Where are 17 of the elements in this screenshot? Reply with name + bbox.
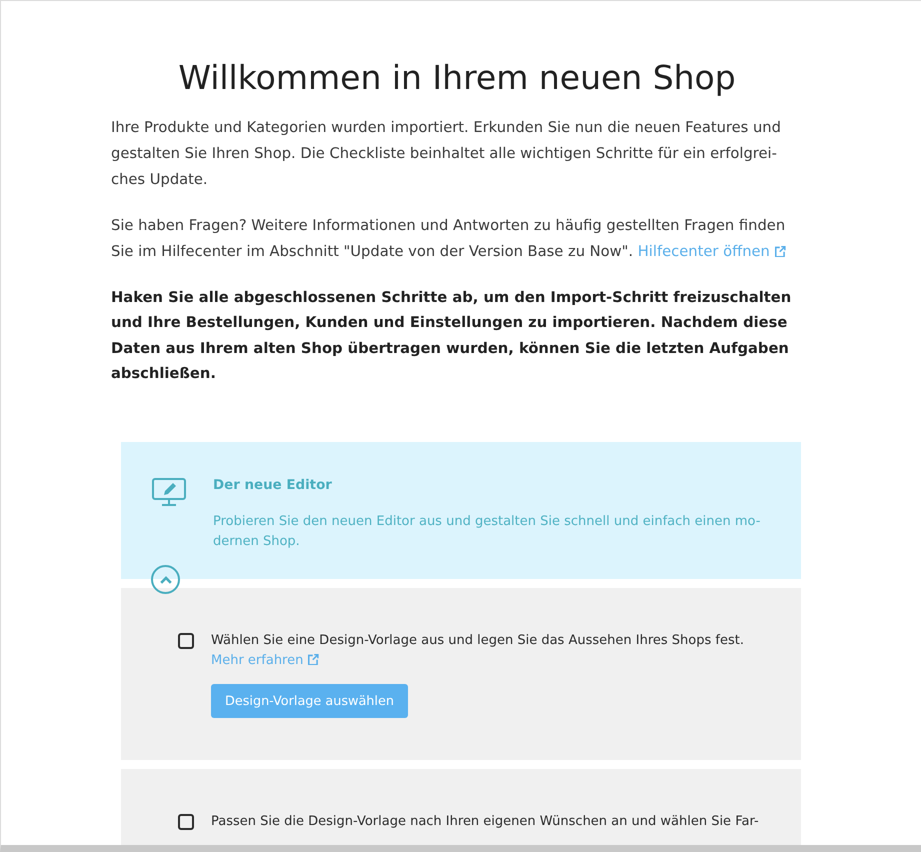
external-link-icon [308,654,318,666]
intro-paragraph: Ihre Produkte und Kategorien wurden importiert. Erkunden Sie nun die neuen Features und gestalten Sie Ihren Shop. Die Checkliste beinhaltet alle wichtigen Schritte für ein erfolgrei-ches Update. [111,118,782,190]
feature-description: Probieren Sie den neuen Editor aus und gestalten Sie schnell und einfach einen mo-dernen Shop. [213,513,761,552]
external-link-icon [774,246,786,257]
checkbox[interactable] [178,633,194,650]
chevron-up-icon [160,576,172,584]
task-text: Wählen Sie eine Design-Vorlage aus und legen Sie das Aussehen Ihres Shops fest. Mehr erfahren [211,632,745,670]
help-paragraph: Sie haben Fragen? Weitere Informationen und Antworten zu häufig gestellten Fragen finden Sie im Hilfecenter im Abschnitt "Update von der Version Base zu Now". Hilfecenter öffnen [111,216,787,262]
design-template-button[interactable]: Design-Vorlage auswählen [211,684,408,718]
monitor-pencil-icon [152,478,186,506]
instruction-paragraph: Haken Sie alle abgeschlossenen Schritte ab, um den Import-Schritt freizuschalten und Ihre Bestellungen, Kunden und Einstellungen zu importieren. Nachdem diese Daten aus Ihrem alten Shop übertragen wurden, können Sie die letzten Aufgaben abschließen. [111,288,792,384]
checkbox[interactable] [178,814,194,830]
feature-title: Der neue Editor [213,477,333,496]
help-center-link[interactable]: Hilfecenter öffnen [638,243,786,260]
task-text: Passen Sie die Design-Vorlage nach Ihren eigenen Wünschen an und wählen Sie Far- [211,813,759,832]
learn-more-link[interactable]: Mehr erfahren [211,653,318,668]
page-title: Willkommen in Ihrem neuen Shop [177,57,737,99]
